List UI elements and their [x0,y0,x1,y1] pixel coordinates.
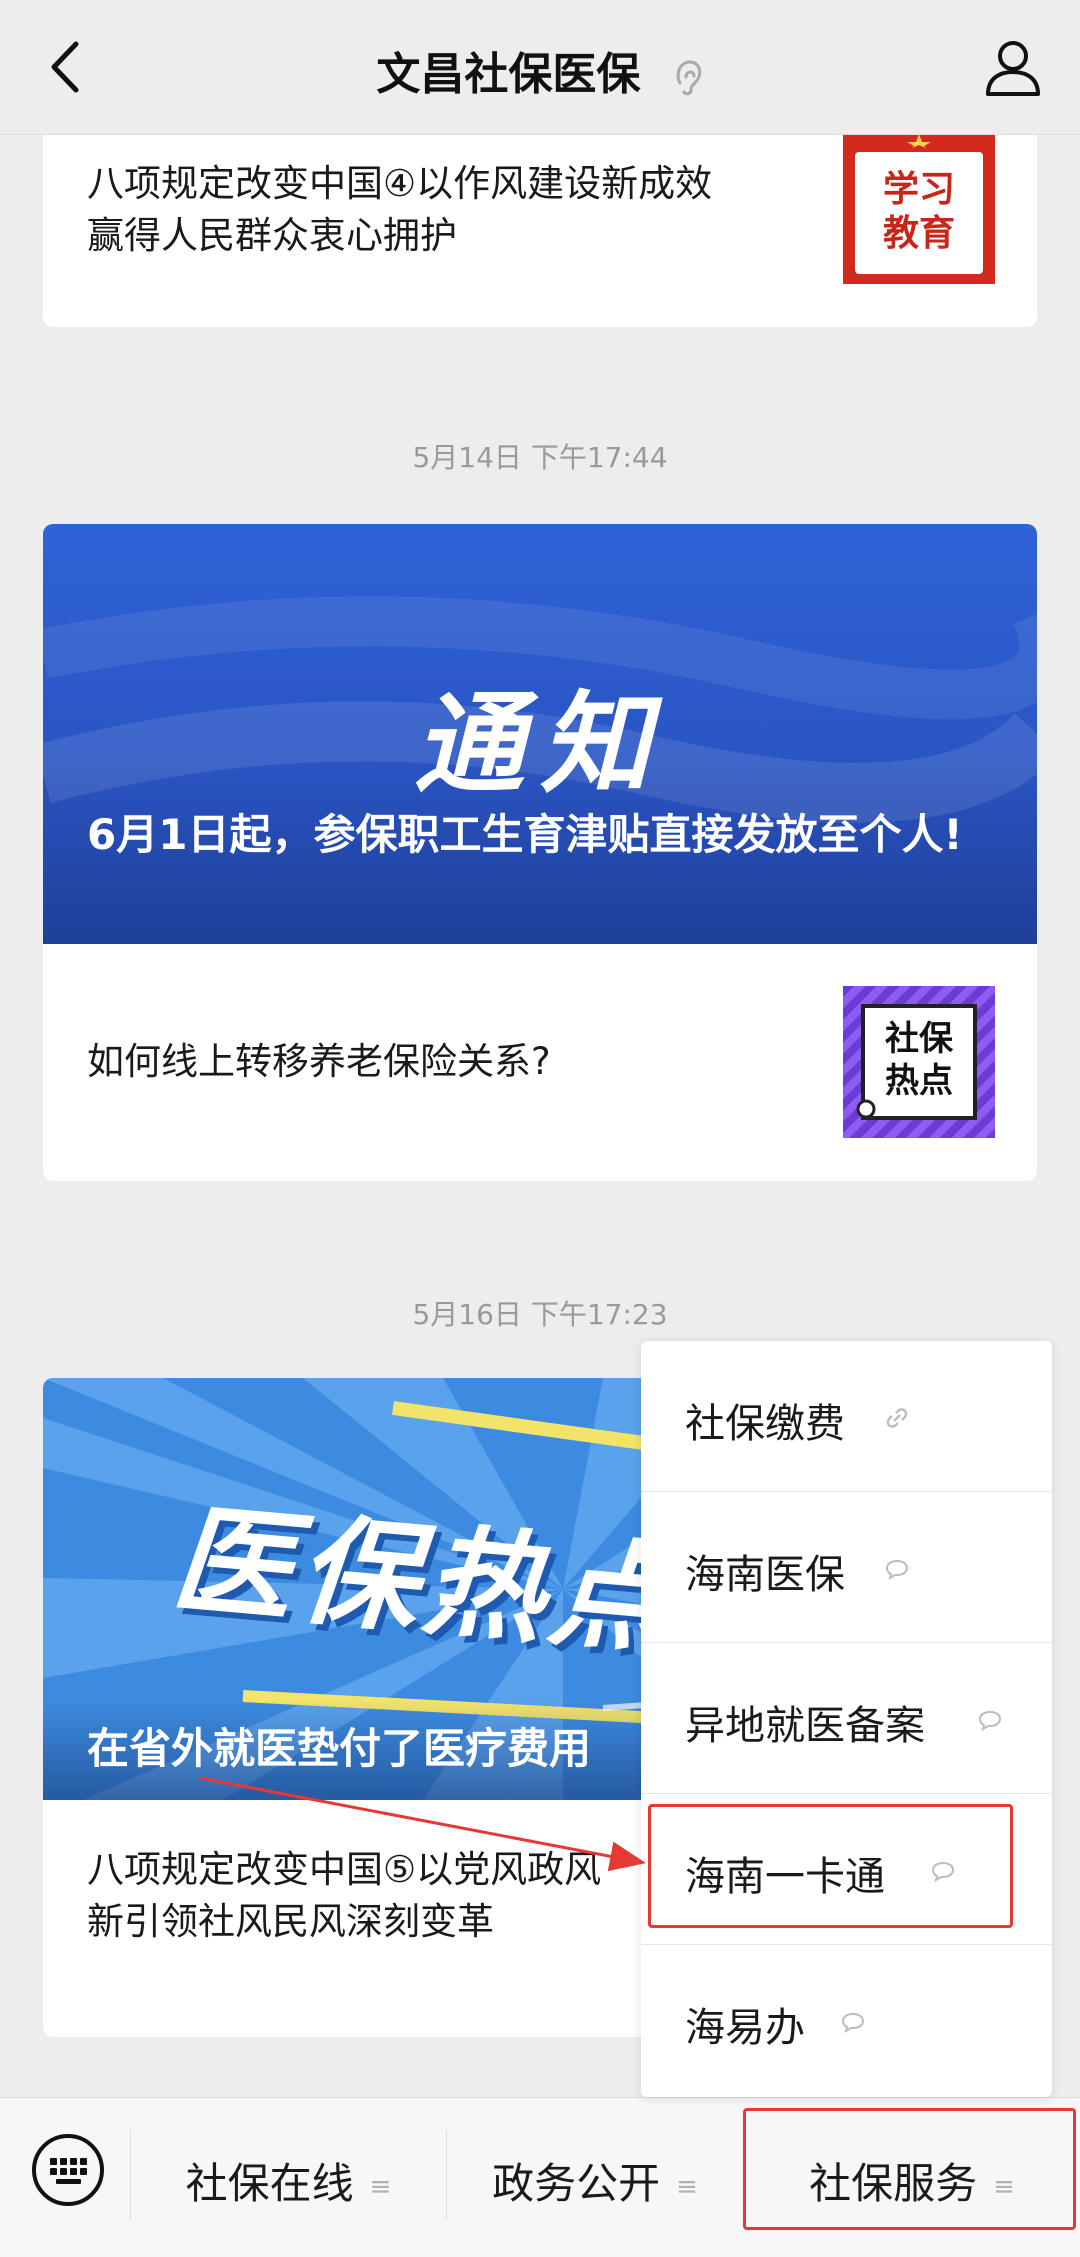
annotation-arrow [199,1776,646,1872]
